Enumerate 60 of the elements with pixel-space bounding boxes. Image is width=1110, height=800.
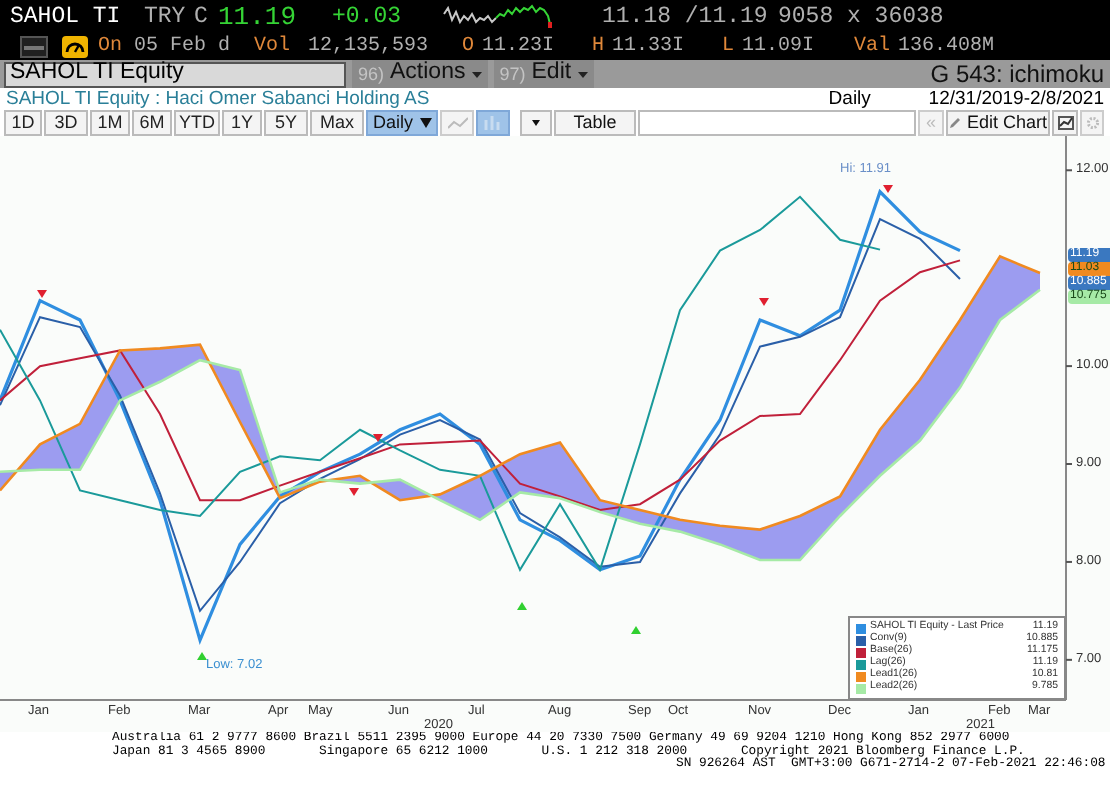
down-triangle-marker	[37, 290, 47, 298]
up-triangle-marker	[631, 626, 641, 634]
date-text: 05 Feb d	[134, 37, 233, 57]
ticker-text: SAHOL TI	[10, 5, 123, 29]
frequency-dropdown[interactable]: Daily	[366, 110, 438, 136]
security-input[interactable]: SAHOL TI Equity	[4, 61, 346, 87]
stat-value: 12,135,593	[308, 37, 431, 57]
menu-button[interactable]: 97) Edit	[493, 60, 594, 88]
sparkline-drawing	[442, 4, 554, 30]
search-field[interactable]	[638, 110, 916, 136]
range-tab[interactable]: 5Y	[264, 110, 308, 136]
stat-label: O	[462, 37, 477, 57]
table-button[interactable]: Table	[554, 110, 636, 136]
price-label: C	[194, 5, 210, 29]
stat-value: 136.408M	[898, 37, 997, 57]
bid-ask-text: 11.18 /11.19	[602, 5, 770, 29]
price-change: +0.03	[332, 5, 404, 29]
caret-icon	[471, 71, 482, 77]
settings-icon	[1085, 116, 1099, 130]
range-tab[interactable]: 1D	[4, 110, 42, 136]
pencil-icon	[948, 116, 963, 130]
caret-icon	[532, 120, 540, 126]
down-triangle-marker	[759, 298, 769, 306]
bar-chart-icon	[483, 116, 503, 130]
chart-settings-button[interactable]	[1052, 110, 1078, 136]
range-tab[interactable]: 3D	[44, 110, 88, 136]
security-title: SAHOL TI Equity : Haci Omer Sabanci Holding AS	[6, 89, 430, 109]
bid-ask-size: 9058 x 36038	[778, 5, 944, 29]
period-label: Daily	[828, 89, 873, 109]
function-title: G 543: ichimoku	[930, 62, 1106, 86]
chart-thumbnail-icon[interactable]	[20, 36, 48, 58]
down-triangle-marker	[373, 434, 383, 442]
range-tab[interactable]: 1M	[90, 110, 130, 136]
caret-icon	[419, 118, 431, 128]
menu-button[interactable]: 96) Actions	[352, 60, 488, 88]
chart-edit-icon	[1057, 116, 1073, 130]
line-chart-icon	[447, 116, 467, 130]
stat-label: Vol	[254, 37, 293, 57]
range-tab[interactable]: 6M	[132, 110, 172, 136]
session-label: On	[98, 37, 125, 57]
range-tab[interactable]: Max	[310, 110, 364, 136]
range-tab[interactable]: 1Y	[222, 110, 262, 136]
caret-icon	[577, 71, 588, 77]
stat-label: Val	[854, 37, 893, 57]
stat-label: L	[722, 37, 737, 57]
up-triangle-marker	[197, 651, 207, 660]
stat-value: 11.09I	[742, 37, 817, 57]
currency-text: TRY	[144, 5, 188, 29]
range-tab[interactable]: YTD	[174, 110, 220, 136]
up-triangle-marker	[517, 602, 527, 610]
dropdown-button[interactable]	[520, 110, 552, 136]
edit-chart-button[interactable]: Edit Chart	[946, 110, 1050, 136]
date-range: 12/31/2019-2/8/2021	[928, 89, 1104, 109]
speedometer-icon[interactable]	[62, 36, 88, 58]
last-price: 11.19	[218, 4, 299, 30]
down-triangle-marker	[349, 488, 359, 496]
down-triangle-marker	[883, 185, 893, 194]
stat-label: H	[592, 37, 607, 57]
stat-value: 11.23I	[482, 37, 557, 57]
stat-value: 11.33I	[612, 37, 687, 57]
